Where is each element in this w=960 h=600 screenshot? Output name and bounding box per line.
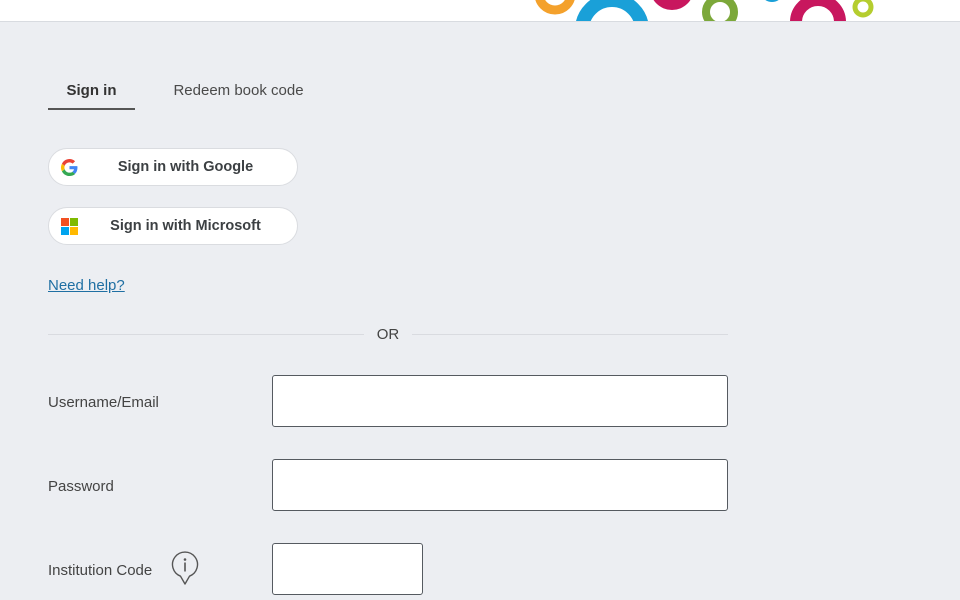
sign-in-microsoft-button[interactable]: Sign in with Microsoft [48, 207, 298, 245]
username-email-input[interactable] [272, 375, 728, 427]
password-label: Password [48, 478, 114, 495]
divider-left [48, 334, 364, 335]
top-banner [0, 0, 960, 22]
decorative-circles-banner [535, 0, 874, 21]
microsoft-button-label: Sign in with Microsoft [110, 218, 261, 234]
google-button-label: Sign in with Google [117, 159, 254, 175]
institution-code-label: Institution Code [48, 562, 153, 579]
auth-tabs: Sign in Redeem book code [48, 80, 348, 110]
need-help-link[interactable]: Need help? [48, 277, 125, 294]
info-icon[interactable] [171, 551, 199, 585]
tab-redeem-book-code[interactable]: Redeem book code [165, 80, 312, 108]
divider-right [412, 334, 728, 335]
sign-in-google-button[interactable]: Sign in with Google [48, 148, 298, 186]
or-divider-text: OR [376, 326, 400, 343]
password-input[interactable] [272, 459, 728, 511]
username-label: Username/Email [48, 394, 159, 411]
institution-code-input[interactable] [272, 543, 423, 595]
tab-sign-in[interactable]: Sign in [48, 80, 135, 110]
